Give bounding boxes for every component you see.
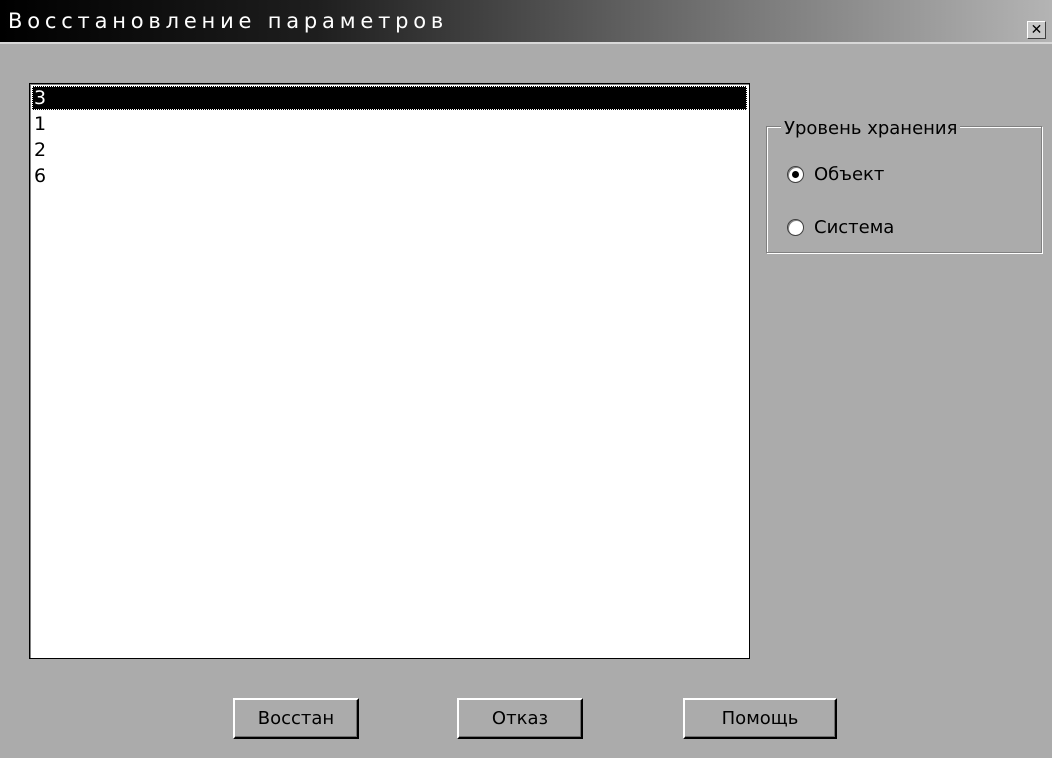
cancel-button[interactable]: Отказ xyxy=(457,698,583,739)
close-icon: ✕ xyxy=(1030,22,1043,38)
radio-dot-icon xyxy=(792,171,799,178)
restore-button[interactable]: Восстан xyxy=(233,698,359,739)
parameters-listbox[interactable]: 3 1 2 6 xyxy=(29,83,750,659)
list-item[interactable]: 2 xyxy=(32,138,747,162)
list-item[interactable]: 1 xyxy=(32,112,747,136)
window-title: Восстановление параметров xyxy=(8,9,449,33)
radio-system-label[interactable]: Система xyxy=(814,217,894,238)
title-bar: Восстановление параметров ✕ xyxy=(0,0,1052,44)
radio-system[interactable]: Система xyxy=(787,217,894,238)
help-button[interactable]: Помощь xyxy=(683,698,837,739)
radio-object-label[interactable]: Объект xyxy=(814,164,884,185)
radio-unchecked-icon[interactable] xyxy=(787,219,804,236)
close-button[interactable]: ✕ xyxy=(1027,21,1046,39)
list-item[interactable]: 3 xyxy=(32,86,747,110)
list-item[interactable]: 6 xyxy=(32,164,747,188)
radio-object[interactable]: Объект xyxy=(787,164,884,185)
radio-checked-icon[interactable] xyxy=(787,166,804,183)
storage-level-legend: Уровень хранения xyxy=(781,118,961,139)
